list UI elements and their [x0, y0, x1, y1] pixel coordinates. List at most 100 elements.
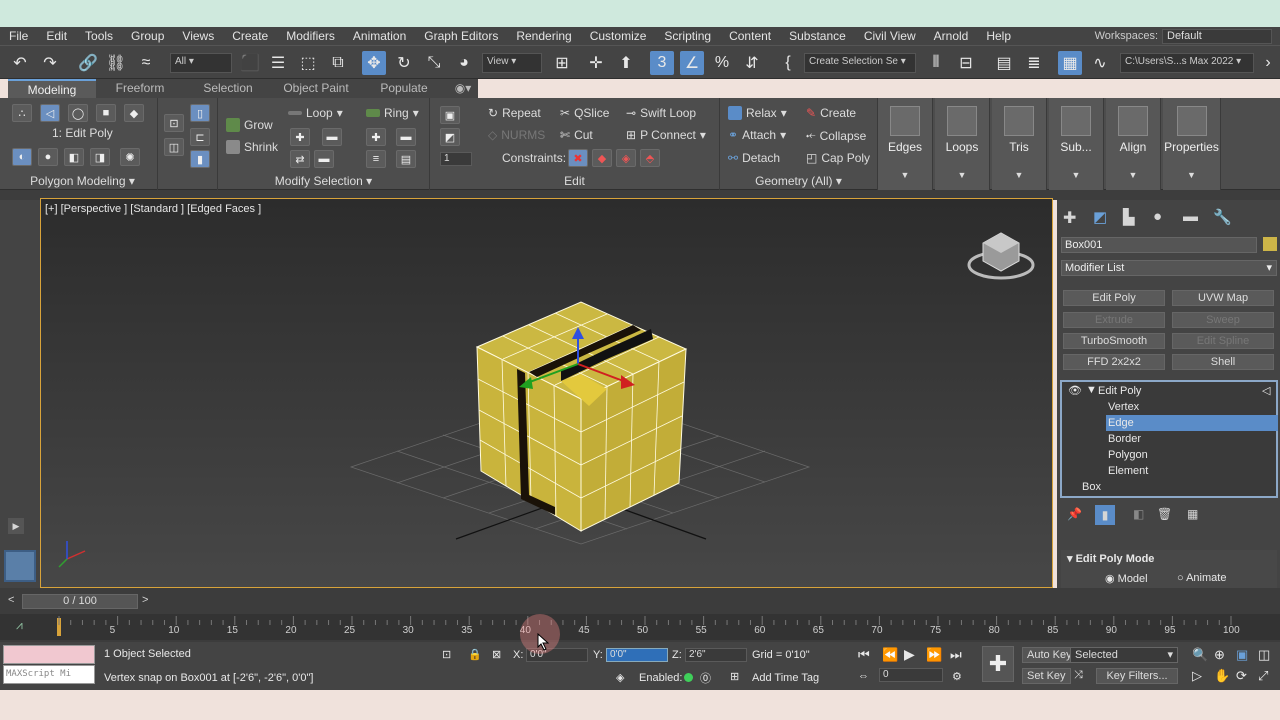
- menu-group[interactable]: Group: [122, 29, 173, 43]
- stack-edge[interactable]: Edge: [1106, 415, 1278, 431]
- key-mode-toggle-icon[interactable]: ⇔: [858, 670, 869, 682]
- key-set-dropdown[interactable]: Selected ▾: [1070, 647, 1178, 663]
- window-crossing-icon[interactable]: ⧉: [326, 51, 350, 75]
- object-color-swatch[interactable]: [1263, 237, 1277, 251]
- key-filters-button[interactable]: Key Filters...: [1096, 668, 1178, 684]
- border-mode-icon[interactable]: ◯: [68, 104, 88, 122]
- select-scale-icon[interactable]: ⤡: [422, 51, 446, 75]
- nurms-button[interactable]: ◇ NURMS: [488, 128, 545, 142]
- time-tag-icon[interactable]: ⊞: [730, 670, 739, 683]
- maximize-viewport-icon[interactable]: ⤢: [1258, 668, 1268, 684]
- selection-filter-dropdown[interactable]: All ▾: [170, 53, 232, 73]
- edit-named-sets-icon[interactable]: {: [776, 51, 800, 75]
- pin-stack-icon[interactable]: ◐: [12, 148, 32, 166]
- stack-box[interactable]: Box: [1082, 481, 1101, 493]
- panel-geometry-label[interactable]: Geometry (All) ▾: [720, 174, 877, 188]
- cap-poly-button[interactable]: ◰ Cap Poly: [806, 151, 870, 165]
- uvw-map-mod-button[interactable]: UVW Map: [1172, 290, 1274, 306]
- mirror-icon[interactable]: ⫴: [924, 51, 948, 75]
- z-coord-field[interactable]: 2'6": [685, 648, 747, 662]
- eye-icon[interactable]: 👁: [1068, 384, 1082, 397]
- utilities-tab-icon[interactable]: 🔧: [1213, 208, 1232, 226]
- constraint-edge-icon[interactable]: ◆: [592, 149, 612, 167]
- time-slider-next-icon[interactable]: >: [142, 594, 148, 606]
- loop-shift-icon[interactable]: ⇄: [290, 150, 310, 168]
- zoom-extents-all-icon[interactable]: ◫: [1258, 647, 1270, 663]
- adaptive-degradation-icon[interactable]: ◈: [616, 671, 624, 684]
- element-mode-icon[interactable]: ◆: [124, 104, 144, 122]
- configure-sets-icon[interactable]: ▦: [1187, 507, 1198, 521]
- menu-modifiers[interactable]: Modifiers: [277, 29, 344, 43]
- absolute-mode-icon[interactable]: ⊠: [492, 648, 501, 661]
- maxscript-listener-pink[interactable]: [3, 645, 95, 664]
- subdivision-big-button[interactable]: Sub... ▼: [1049, 98, 1104, 190]
- polygon-mode-icon[interactable]: ■: [96, 104, 116, 122]
- edge-mode-icon[interactable]: ◁: [40, 104, 60, 122]
- bind-space-warp-icon[interactable]: ≈: [134, 51, 158, 75]
- go-to-start-icon[interactable]: ⏮: [858, 647, 870, 663]
- field-of-view-icon[interactable]: ▷: [1192, 668, 1202, 684]
- attach-button[interactable]: ⚭ Attach ▾: [728, 128, 786, 142]
- shrink-button[interactable]: Shrink: [226, 140, 278, 154]
- project-folder-dropdown[interactable]: C:\Users\S...s Max 2022 ▾: [1120, 53, 1254, 73]
- time-configuration-icon[interactable]: ⚙: [952, 670, 962, 683]
- zoom-icon[interactable]: 🔍: [1192, 647, 1208, 663]
- ring-add-icon[interactable]: ✚: [366, 128, 386, 146]
- menu-animation[interactable]: Animation: [344, 29, 415, 43]
- panel-polygon-modeling-label[interactable]: Polygon Modeling ▾: [8, 174, 157, 188]
- edit-poly-mode-title[interactable]: ▾ Edit Poly Mode: [1067, 552, 1154, 565]
- menu-rendering[interactable]: Rendering: [507, 29, 580, 43]
- pivot-center-icon[interactable]: ⊞: [550, 51, 574, 75]
- stack-vertex[interactable]: Vertex: [1108, 401, 1139, 413]
- go-to-end-icon[interactable]: ⏭: [950, 647, 962, 663]
- workspaces-dropdown[interactable]: Default: [1162, 28, 1272, 44]
- collapse-button[interactable]: ⤝ Collapse: [806, 128, 866, 143]
- modifier-list-dropdown[interactable]: Modifier List ▾: [1061, 260, 1277, 276]
- remove-modifier-icon[interactable]: 🗑: [1157, 507, 1172, 521]
- auto-key-button[interactable]: Auto Key: [1022, 647, 1077, 663]
- keyboard-shortcut-icon[interactable]: ⬆: [614, 51, 638, 75]
- menu-substance[interactable]: Substance: [780, 29, 855, 43]
- panel-modify-selection-label[interactable]: Modify Selection ▾: [218, 174, 429, 188]
- set-key-button[interactable]: Set Key: [1022, 668, 1071, 684]
- key-tangents-icon[interactable]: ⤨: [1074, 669, 1083, 682]
- pin-stack-icon[interactable]: 📌: [1067, 507, 1082, 521]
- stack-polygon[interactable]: Polygon: [1108, 449, 1148, 461]
- toggle-cage-icon[interactable]: ⊏: [190, 128, 210, 146]
- tab-populate[interactable]: Populate: [360, 79, 448, 98]
- stack-edit-poly[interactable]: Edit Poly: [1098, 385, 1141, 397]
- constraint-face-icon[interactable]: ◈: [616, 149, 636, 167]
- layer-explorer-icon[interactable]: ≣: [1022, 51, 1046, 75]
- show-end-result-icon[interactable]: ●: [38, 148, 58, 166]
- select-manipulate-icon[interactable]: ✛: [584, 51, 608, 75]
- extrude-mod-button[interactable]: Extrude: [1063, 312, 1165, 328]
- selection-lock-icon[interactable]: 🔒: [468, 648, 482, 661]
- y-coord-field[interactable]: 0'0": [606, 648, 668, 662]
- menu-arnold[interactable]: Arnold: [925, 29, 978, 43]
- menu-graph-editors[interactable]: Graph Editors: [415, 29, 507, 43]
- time-slider[interactable]: 0 / 100: [22, 594, 138, 609]
- time-config-icon[interactable]: ⓪: [700, 670, 711, 686]
- qslice-button[interactable]: ✂ QSlice: [560, 106, 609, 120]
- redo-icon[interactable]: ↷: [38, 51, 62, 75]
- set-key-plus-icon[interactable]: ✚: [982, 646, 1014, 682]
- ribbon-options-icon[interactable]: ◉▾: [448, 79, 478, 98]
- reference-coord-dropdown[interactable]: View ▾: [482, 53, 542, 73]
- zoom-extents-icon[interactable]: ▣: [1236, 647, 1248, 663]
- track-bar[interactable]: ⩘ 5 10 15 20 25 30 35 40 45 50 55 60 65 70 75 80 85 90 95 1…: [0, 614, 1280, 640]
- menu-tools[interactable]: Tools: [76, 29, 122, 43]
- turbosmooth-mod-button[interactable]: TurboSmooth: [1063, 333, 1165, 349]
- time-slider-prev-icon[interactable]: <: [8, 594, 14, 606]
- create-tab-icon[interactable]: ✚: [1063, 208, 1076, 228]
- stack-element[interactable]: Element: [1108, 465, 1148, 477]
- tab-freeform[interactable]: Freeform: [96, 79, 184, 98]
- tab-selection[interactable]: Selection: [184, 79, 272, 98]
- play-icon[interactable]: ▶: [904, 646, 915, 663]
- link-icon[interactable]: 🔗: [76, 51, 100, 75]
- menu-create[interactable]: Create: [223, 29, 277, 43]
- p-connect-button[interactable]: ⊞ P Connect ▾: [626, 128, 706, 142]
- menu-file[interactable]: File: [0, 29, 37, 43]
- use-soft-icon[interactable]: ◫: [164, 138, 184, 156]
- modify-tab-icon[interactable]: ◩: [1093, 208, 1107, 226]
- display-tab-icon[interactable]: ▬: [1183, 208, 1198, 225]
